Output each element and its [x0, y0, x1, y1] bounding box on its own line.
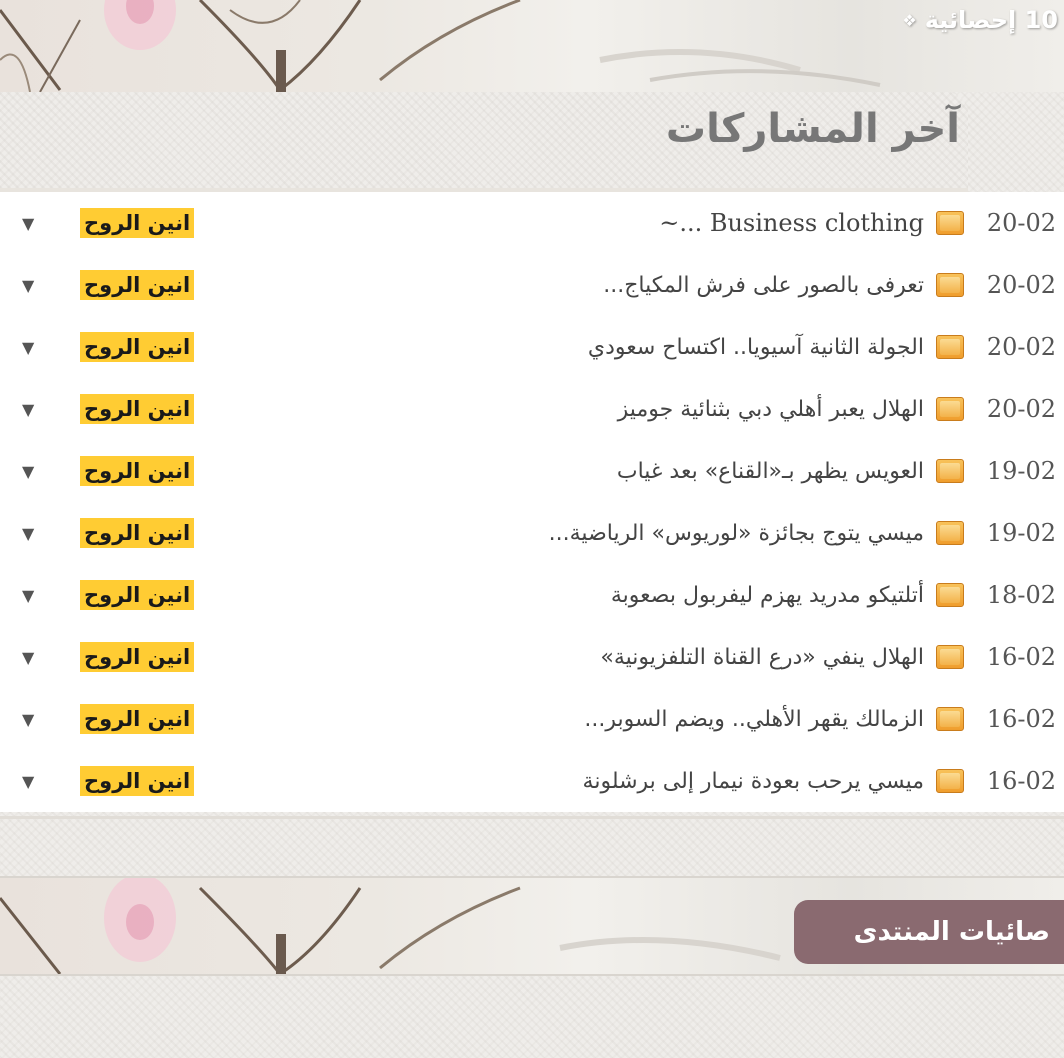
triangle-down-icon[interactable]: ▼: [22, 276, 34, 295]
post-date: 19-02: [986, 457, 1056, 485]
post-author[interactable]: انين الروح: [80, 208, 195, 238]
post-link[interactable]: ميسي يرحب بعودة نيمار إلى برشلونة: [583, 769, 964, 794]
list-item: 16-02 الهلال ينفي «درع القناة التلفزيوني…: [0, 626, 1064, 688]
folder-icon: [936, 211, 964, 235]
section-title: آخر المشاركات: [665, 106, 960, 152]
post-date: 16-02: [986, 643, 1056, 671]
post-author[interactable]: انين الروح: [80, 580, 195, 610]
list-item: 16-02 ميسي يرحب بعودة نيمار إلى برشلونة …: [0, 750, 1064, 812]
post-link[interactable]: الزمالك يقهر الأهلي.. ويضم السوبر...: [584, 707, 964, 732]
forum-stats-tab[interactable]: صائيات المنتدى: [794, 900, 1064, 964]
folder-icon: [936, 521, 964, 545]
forum-stats-title: صائيات المنتدى: [853, 917, 1050, 947]
post-author[interactable]: انين الروح: [80, 766, 195, 796]
post-link[interactable]: تعرفى بالصور على فرش المكياج...: [603, 273, 964, 298]
list-item: 20-02 تعرفى بالصور على فرش المكياج... ان…: [0, 254, 1064, 316]
triangle-down-icon[interactable]: ▼: [22, 214, 34, 233]
post-author[interactable]: انين الروح: [80, 642, 195, 672]
list-item: 20-02 الهلال يعبر أهلي دبي بثنائية جوميز…: [0, 378, 1064, 440]
post-link[interactable]: الهلال ينفي «درع القناة التلفزيونية»: [600, 645, 964, 670]
triangle-down-icon[interactable]: ▼: [22, 648, 34, 667]
divider: [0, 816, 1064, 879]
list-item: 19-02 العويس يظهر بـ«القناع» بعد غياب ان…: [0, 440, 1064, 502]
post-title[interactable]: ميسي يتوج بجائزة «لوريوس» الرياضية...: [549, 521, 924, 546]
post-author[interactable]: انين الروح: [80, 518, 195, 548]
triangle-down-icon[interactable]: ▼: [22, 400, 34, 419]
header-banner: 10 إحصائية ❖: [0, 0, 1064, 92]
folder-icon: [936, 397, 964, 421]
post-link[interactable]: الجولة الثانية آسيويا.. اكتساح سعودي: [588, 335, 964, 360]
post-date: 20-02: [986, 395, 1056, 423]
folder-icon: [936, 583, 964, 607]
triangle-down-icon[interactable]: ▼: [22, 462, 34, 481]
post-date: 18-02: [986, 581, 1056, 609]
folder-icon: [936, 335, 964, 359]
post-link[interactable]: الهلال يعبر أهلي دبي بثنائية جوميز: [618, 397, 964, 422]
post-date: 20-02: [986, 271, 1056, 299]
triangle-down-icon[interactable]: ▼: [22, 710, 34, 729]
banner-title-text: 10 إحصائية: [924, 6, 1058, 34]
post-title[interactable]: أتلتيكو مدريد يهزم ليفربول بصعوبة: [611, 583, 924, 608]
post-title[interactable]: تعرفى بالصور على فرش المكياج...: [603, 273, 924, 298]
triangle-down-icon[interactable]: ▼: [22, 586, 34, 605]
recent-posts-list: 20-02 Business clothing ...~ انين الروح …: [0, 188, 1064, 812]
post-title[interactable]: الزمالك يقهر الأهلي.. ويضم السوبر...: [584, 707, 924, 732]
post-date: 20-02: [986, 209, 1056, 237]
folder-icon: [936, 645, 964, 669]
post-link[interactable]: ميسي يتوج بجائزة «لوريوس» الرياضية...: [549, 521, 964, 546]
list-item: 18-02 أتلتيكو مدريد يهزم ليفربول بصعوبة …: [0, 564, 1064, 626]
post-title[interactable]: ميسي يرحب بعودة نيمار إلى برشلونة: [583, 769, 924, 794]
post-date: 16-02: [986, 705, 1056, 733]
post-date: 16-02: [986, 767, 1056, 795]
list-item: 19-02 ميسي يتوج بجائزة «لوريوس» الرياضية…: [0, 502, 1064, 564]
post-title[interactable]: العويس يظهر بـ«القناع» بعد غياب: [617, 459, 924, 484]
triangle-down-icon[interactable]: ▼: [22, 338, 34, 357]
post-date: 19-02: [986, 519, 1056, 547]
post-author[interactable]: انين الروح: [80, 332, 195, 362]
post-link[interactable]: العويس يظهر بـ«القناع» بعد غياب: [617, 459, 964, 484]
folder-icon: [936, 707, 964, 731]
triangle-down-icon[interactable]: ▼: [22, 524, 34, 543]
post-title[interactable]: الهلال يعبر أهلي دبي بثنائية جوميز: [618, 397, 924, 422]
folder-icon: [936, 273, 964, 297]
folder-icon: [936, 769, 964, 793]
post-title[interactable]: الجولة الثانية آسيويا.. اكتساح سعودي: [588, 335, 924, 360]
post-link[interactable]: أتلتيكو مدريد يهزم ليفربول بصعوبة: [611, 583, 964, 608]
list-item: 20-02 الجولة الثانية آسيويا.. اكتساح سعو…: [0, 316, 1064, 378]
sparkle-icon: ❖: [902, 10, 917, 30]
post-link[interactable]: Business clothing ...~: [659, 209, 964, 237]
section-header: آخر المشاركات: [0, 92, 968, 191]
post-date: 20-02: [986, 333, 1056, 361]
post-title[interactable]: الهلال ينفي «درع القناة التلفزيونية»: [600, 645, 924, 670]
post-title[interactable]: Business clothing ...~: [659, 209, 924, 237]
list-item: 20-02 Business clothing ...~ انين الروح …: [0, 192, 1064, 254]
post-author[interactable]: انين الروح: [80, 270, 195, 300]
folder-icon: [936, 459, 964, 483]
post-author[interactable]: انين الروح: [80, 704, 195, 734]
post-author[interactable]: انين الروح: [80, 394, 195, 424]
banner-title: 10 إحصائية ❖: [902, 6, 1058, 34]
triangle-down-icon[interactable]: ▼: [22, 772, 34, 791]
list-item: 16-02 الزمالك يقهر الأهلي.. ويضم السوبر.…: [0, 688, 1064, 750]
post-author[interactable]: انين الروح: [80, 456, 195, 486]
